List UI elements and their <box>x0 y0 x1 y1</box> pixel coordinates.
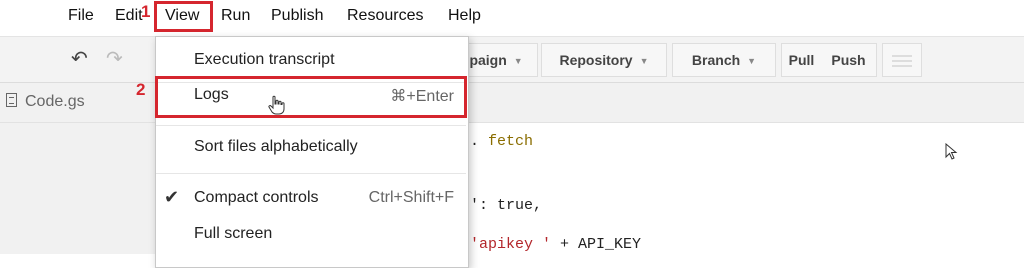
chevron-down-icon: ▼ <box>747 56 757 66</box>
file-tab-bar <box>0 83 1024 123</box>
pull-label: Pull <box>788 52 815 68</box>
chevron-down-icon: ▼ <box>639 56 649 66</box>
menu-item-compact-controls[interactable]: ✔ Compact controls Ctrl+Shift+F <box>156 181 466 217</box>
code-text: ': <box>470 197 498 214</box>
menubar: File Edit 1 View Run Publish Resources H… <box>0 0 1024 36</box>
code-text: . <box>470 133 489 150</box>
redo-icon[interactable]: ↷ <box>106 49 123 69</box>
mouse-pointer-icon <box>945 143 958 160</box>
push-button[interactable]: Push <box>821 43 877 77</box>
menu-item-full-screen[interactable]: Full screen <box>156 217 466 253</box>
undo-icon[interactable]: ↶ <box>71 49 88 69</box>
menu-edit[interactable]: Edit <box>115 7 143 25</box>
file-name: Code.gs <box>25 93 85 110</box>
menu-help[interactable]: Help <box>448 7 481 25</box>
menu-item-execution-transcript[interactable]: Execution transcript <box>156 43 466 79</box>
menu-lines-icon <box>892 55 912 68</box>
file-tab-code-gs[interactable]: Code.gs <box>6 93 85 111</box>
menu-item-label: Sort files alphabetically <box>194 138 358 155</box>
repository-button[interactable]: Repository ▼ <box>541 43 667 77</box>
menu-publish[interactable]: Publish <box>271 7 323 25</box>
code-line-apikey: 'apikey ' + API_KEY <box>470 236 641 253</box>
code-text: + API_KEY <box>551 236 642 253</box>
menu-item-shortcut: Ctrl+Shift+F <box>368 189 454 206</box>
more-button[interactable] <box>882 43 922 77</box>
menu-divider <box>156 125 466 126</box>
menu-item-label: Full screen <box>194 225 273 242</box>
toolbar: ↶ ↷ mpaign ▼ Repository ▼ Branch ▼ Pull Pus… <box>0 36 1024 83</box>
repository-label: Repository <box>559 52 633 68</box>
code-line-fetch: . fetch <box>470 133 533 150</box>
step-1-label: 1 <box>141 2 151 21</box>
pull-button[interactable]: Pull <box>781 43 821 77</box>
checkmark-icon: ✔ <box>164 187 180 207</box>
push-label: Push <box>831 52 866 68</box>
code-value: true, <box>497 197 543 214</box>
code-keyword: fetch <box>488 133 534 150</box>
branch-label: Branch <box>691 52 741 68</box>
code-line-true: ': true, <box>470 197 542 214</box>
view-dropdown-menu: Execution transcript Logs ⌘+Enter Sort f… <box>155 36 469 268</box>
menu-divider <box>156 173 466 174</box>
menu-run[interactable]: Run <box>221 7 250 25</box>
view-menu-highlight <box>154 1 213 32</box>
menu-resources[interactable]: Resources <box>347 7 423 25</box>
branch-button[interactable]: Branch ▼ <box>672 43 776 77</box>
logs-highlight <box>155 76 467 118</box>
menu-item-label: Compact controls <box>194 189 319 206</box>
file-list-pane <box>0 123 160 254</box>
step-2-label: 2 <box>136 80 146 99</box>
hand-pointer-icon <box>268 95 285 115</box>
menu-item-label: Execution transcript <box>194 51 335 68</box>
menu-file[interactable]: File <box>68 7 94 25</box>
menu-item-sort-files[interactable]: Sort files alphabetically <box>156 130 466 166</box>
code-string: 'apikey ' <box>470 236 552 253</box>
chevron-down-icon: ▼ <box>513 56 523 66</box>
document-icon <box>6 93 17 107</box>
